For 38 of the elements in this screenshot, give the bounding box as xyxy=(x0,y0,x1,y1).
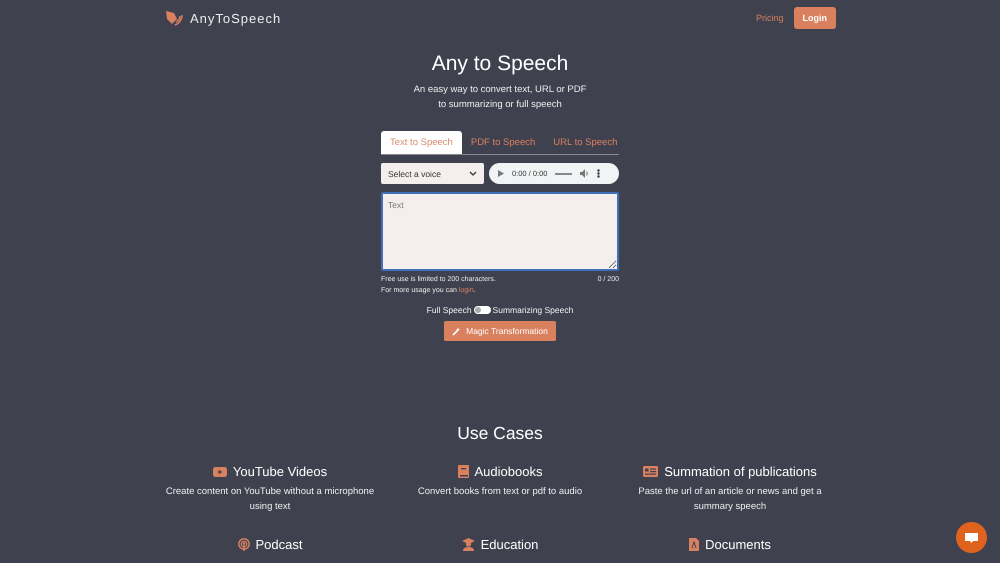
voice-select[interactable]: Select a voice xyxy=(381,163,484,184)
toggle-label: Summarizing Speech xyxy=(492,305,574,315)
graduate-icon xyxy=(462,538,475,551)
subtitle-line: to summarizing or full speech xyxy=(437,98,563,112)
use-case-title: Audiobooks xyxy=(474,464,542,479)
chat-button[interactable] xyxy=(956,522,987,553)
toggle-label: Full Speech xyxy=(426,305,472,315)
use-case-title: Education xyxy=(480,537,538,552)
text-input[interactable]: Text xyxy=(381,192,619,271)
login-button[interactable]: Login xyxy=(794,7,836,29)
volume-icon xyxy=(580,169,590,178)
use-case-description: Create content on YouTube without a microphone using text xyxy=(164,485,376,514)
chevron-down-icon xyxy=(469,171,477,176)
page-title: Any to Speech xyxy=(430,52,570,76)
tab[interactable]: Text to Speech xyxy=(381,131,462,154)
use-case-title: Summation of publications xyxy=(664,464,817,479)
play-icon xyxy=(498,170,504,177)
more-icon xyxy=(597,169,600,178)
logo-icon xyxy=(164,9,183,27)
pdf-file-icon xyxy=(689,538,700,551)
magic-button[interactable]: Magic Transformation xyxy=(444,321,556,341)
use-case-title: YouTube Videos xyxy=(232,464,328,479)
tab[interactable]: PDF to Speech xyxy=(462,131,544,154)
video-icon xyxy=(212,466,227,476)
use-case-description: Paste the url of an article or news and get a summary speech xyxy=(637,485,823,514)
book-icon xyxy=(458,465,469,478)
section-title: Use Cases xyxy=(456,423,544,444)
mode-switch[interactable] xyxy=(474,306,491,314)
use-case-description: Convert books from text or pdf to audio xyxy=(416,485,584,499)
podcast-icon xyxy=(238,538,250,551)
newspaper-icon xyxy=(643,466,658,477)
tab[interactable]: URL to Speech xyxy=(544,131,626,154)
subtitle-line: An easy way to convert text, URL or PDF xyxy=(412,83,588,97)
magic-wand-icon xyxy=(452,326,462,336)
brand-name[interactable]: AnyToSpeech xyxy=(190,10,282,26)
use-case-title: Podcast xyxy=(256,537,302,552)
use-case-title: Documents xyxy=(705,537,771,552)
pricing-link[interactable]: Pricing xyxy=(756,13,784,23)
